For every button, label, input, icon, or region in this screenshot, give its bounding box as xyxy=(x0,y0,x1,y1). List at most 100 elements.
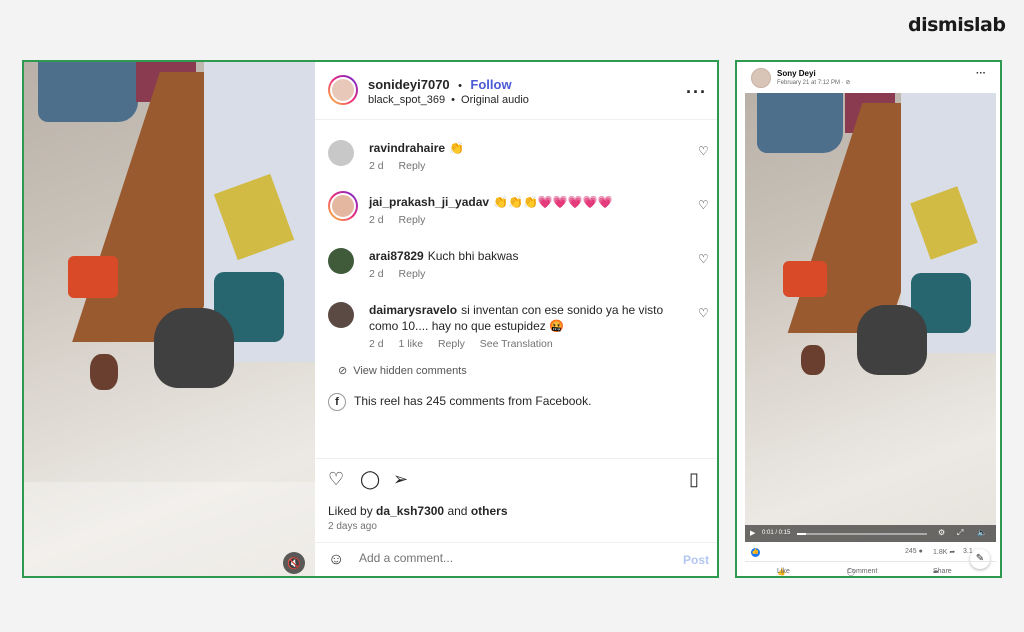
liked-others[interactable]: others xyxy=(471,504,508,518)
comment-username[interactable]: ravindrahaire xyxy=(369,141,445,155)
like-reaction-icon[interactable]: 👍 xyxy=(751,548,760,557)
heart-icon[interactable]: ♡ xyxy=(698,198,709,212)
video-progress-fill xyxy=(797,533,807,535)
author-avatar[interactable] xyxy=(328,75,358,105)
video-progress-track[interactable] xyxy=(797,533,927,535)
comment-avatar[interactable] xyxy=(328,302,354,328)
facebook-stats: 👍 245 ● 1.8K ➦ 3.1 xyxy=(745,546,996,560)
more-horizontal-icon[interactable]: ··· xyxy=(976,68,986,79)
add-comment-bar: ☺ Post xyxy=(315,542,717,576)
video-object xyxy=(801,345,825,375)
video-bucket xyxy=(783,261,827,297)
comment-content: 👏👏👏💗💗💗💗💗 xyxy=(493,195,613,209)
video-clothes xyxy=(38,62,138,122)
comment-label: Comment xyxy=(847,568,878,575)
author-username[interactable]: sonideyi7070 xyxy=(368,77,450,92)
comment-meta: 2 d Reply xyxy=(369,214,689,226)
author-line: sonideyi7070 • Follow xyxy=(368,76,512,94)
comment-text: daimarysravelo si inventan con ese sonido… xyxy=(369,302,689,334)
comments-count[interactable]: 245 xyxy=(905,548,917,555)
dot-separator: • xyxy=(458,80,462,92)
share-arrow-icon: ➦ xyxy=(949,549,956,556)
facebook-author-name[interactable]: Sony Deyi xyxy=(777,69,816,78)
comment-avatar[interactable] xyxy=(328,140,354,166)
video-controls: ▶ 0:01 / 0:15 ⚙ ⤢ 🔈 xyxy=(745,525,996,542)
comment-meta: 2 d Reply xyxy=(369,268,689,280)
video-floor-shadow xyxy=(24,482,315,576)
eye-off-icon: ⊘ xyxy=(338,365,348,377)
fullscreen-icon[interactable]: ⤢ xyxy=(957,528,963,538)
comment-username[interactable]: daimarysravelo xyxy=(369,303,457,317)
heart-icon[interactable]: ♡ xyxy=(698,306,709,320)
facebook-icon: f xyxy=(328,393,346,411)
instagram-reel-panel: 🔇 sonideyi7070 • Follow black_spot_369 •… xyxy=(22,60,719,578)
reel-video[interactable]: 🔇 xyxy=(24,62,315,576)
comment-age: 2 d xyxy=(369,268,384,280)
brand-logo: dismislab xyxy=(908,14,1006,36)
reply-button[interactable]: Reply xyxy=(399,214,426,226)
settings-icon[interactable]: ⚙ xyxy=(938,528,945,537)
comment-avatar[interactable] xyxy=(328,248,354,274)
comment-text: ravindrahaire 👏 xyxy=(369,140,689,156)
video-person xyxy=(154,308,234,388)
comment-avatar[interactable] xyxy=(328,191,358,221)
reply-button[interactable]: Reply xyxy=(438,338,465,350)
facebook-video[interactable]: ▶ 0:01 / 0:15 ⚙ ⤢ 🔈 xyxy=(745,93,996,542)
bookmark-icon[interactable]: ▯ xyxy=(689,469,699,490)
reply-button[interactable]: Reply xyxy=(399,160,426,172)
liked-prefix: Liked by xyxy=(328,504,373,518)
share-label: Share xyxy=(933,568,952,575)
audio-line: black_spot_369 • Original audio xyxy=(368,94,529,106)
comment-age: 2 d xyxy=(369,214,384,226)
post-button[interactable]: Post xyxy=(683,553,709,567)
audio-user[interactable]: black_spot_369 xyxy=(368,94,445,106)
audio-label[interactable]: Original audio xyxy=(461,94,529,106)
heart-icon[interactable]: ♡ xyxy=(328,469,344,490)
like-label: Like xyxy=(777,568,790,575)
facebook-post-header: Sony Deyi February 21 at 7:12 PM · ⊘ ··· xyxy=(737,62,1000,93)
comment-username[interactable]: arai87829 xyxy=(369,249,424,263)
more-horizontal-icon[interactable]: ··· xyxy=(686,82,707,103)
facebook-comment-note: f This reel has 245 comments from Faceboo… xyxy=(328,393,591,411)
comment-content: Kuch bhi bakwas xyxy=(427,249,519,263)
comment-meta: 2 d 1 like Reply See Translation xyxy=(369,338,689,350)
comment-likes[interactable]: 1 like xyxy=(399,338,424,350)
shares-count[interactable]: 1.8K xyxy=(933,549,947,556)
liked-and: and xyxy=(447,504,468,518)
facebook-avatar[interactable] xyxy=(751,68,771,88)
facebook-post-date[interactable]: February 21 at 7:12 PM · ⊘ xyxy=(777,79,850,86)
reel-sidebar: sonideyi7070 • Follow black_spot_369 • O… xyxy=(315,62,717,576)
post-time: 2 days ago xyxy=(328,521,377,532)
comment-input[interactable] xyxy=(359,551,649,565)
follow-button[interactable]: Follow xyxy=(470,77,511,92)
heart-icon[interactable]: ♡ xyxy=(698,144,709,158)
view-hidden-label: View hidden comments xyxy=(353,365,467,377)
play-icon[interactable]: ▶ xyxy=(750,529,755,537)
view-hidden-comments[interactable]: ⊘ View hidden comments xyxy=(338,364,467,377)
comment-meta: 2 d Reply xyxy=(369,160,689,172)
video-time: 0:01 / 0:15 xyxy=(762,530,791,536)
video-bucket xyxy=(68,256,118,298)
comment-content: 👏 xyxy=(449,141,464,155)
video-object xyxy=(90,354,118,390)
reel-header: sonideyi7070 • Follow black_spot_369 • O… xyxy=(315,62,717,120)
facebook-note-text: This reel has 245 comments from Facebook… xyxy=(354,394,592,409)
volume-icon[interactable]: 🔈 xyxy=(977,528,987,537)
comment-username[interactable]: jai_prakash_ji_yadav xyxy=(369,195,489,209)
comment-text: jai_prakash_ji_yadav 👏👏👏💗💗💗💗💗 xyxy=(369,194,689,210)
comment-bubble-icon: ● xyxy=(918,548,923,555)
see-translation-link[interactable]: See Translation xyxy=(480,338,553,350)
comment-age: 2 d xyxy=(369,160,384,172)
video-person xyxy=(857,305,927,375)
comment-age: 2 d xyxy=(369,338,384,350)
action-bar: ♡ ◯ ➢ ▯ xyxy=(315,458,717,490)
mute-icon[interactable]: 🔇 xyxy=(283,552,305,574)
facebook-reel-panel: Sony Deyi February 21 at 7:12 PM · ⊘ ···… xyxy=(735,60,1002,578)
heart-icon[interactable]: ♡ xyxy=(698,252,709,266)
reply-button[interactable]: Reply xyxy=(399,268,426,280)
comment-text: arai87829 Kuch bhi bakwas xyxy=(369,248,689,264)
comment-icon[interactable]: ◯ xyxy=(360,469,380,490)
liked-user[interactable]: da_ksh7300 xyxy=(376,504,444,518)
emoji-icon[interactable]: ☺ xyxy=(328,551,344,569)
share-icon[interactable]: ➢ xyxy=(393,469,408,490)
